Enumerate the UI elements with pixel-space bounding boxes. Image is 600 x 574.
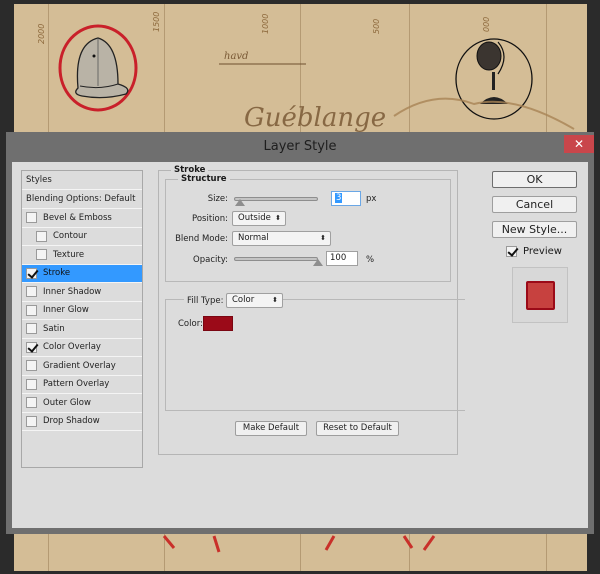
size-slider[interactable]: [234, 197, 318, 201]
style-item-inner-glow[interactable]: Inner Glow: [22, 302, 142, 320]
style-item-label: Stroke: [43, 268, 71, 279]
style-checkbox[interactable]: [36, 230, 47, 242]
canvas-bottom-strip: [14, 534, 587, 571]
globe-icon: [476, 41, 508, 104]
dialog-title[interactable]: Layer Style: [6, 132, 594, 162]
size-label: Size:: [207, 194, 228, 204]
select-arrows-icon: ⬍: [320, 234, 326, 242]
style-checkbox[interactable]: [26, 378, 37, 390]
blend-mode-select[interactable]: Normal ⬍: [232, 231, 331, 246]
handwriting-1000: 1000: [261, 14, 270, 34]
style-item-stroke[interactable]: Stroke: [22, 264, 142, 283]
position-value: Outside: [238, 213, 271, 223]
style-item-gradient-overlay[interactable]: Gradient Overlay: [22, 357, 142, 376]
fill-type-select[interactable]: Color ⬍: [226, 293, 283, 308]
preview-swatch: [526, 281, 555, 310]
style-item-color-overlay[interactable]: Color Overlay: [22, 339, 142, 357]
style-checkbox[interactable]: [26, 341, 37, 353]
style-item-inner-shadow[interactable]: Inner Shadow: [22, 283, 142, 302]
style-checkbox[interactable]: [26, 323, 37, 335]
preview-thumbnail: [512, 267, 568, 323]
style-checkbox[interactable]: [26, 304, 37, 316]
style-item-texture[interactable]: Texture: [22, 246, 142, 265]
handwriting-1500: 1500: [152, 12, 161, 32]
reset-to-default-button[interactable]: Reset to Default: [316, 421, 399, 436]
select-arrows-icon: ⬍: [275, 214, 281, 222]
style-item-pattern-overlay[interactable]: Pattern Overlay: [22, 376, 142, 394]
style-item-contour[interactable]: Contour: [22, 228, 142, 246]
style-checkbox[interactable]: [26, 415, 37, 427]
style-checkbox[interactable]: [26, 267, 37, 279]
structure-group: Structure Size: 3 px Position: Outside ⬍ …: [165, 174, 451, 282]
stroke-color-swatch[interactable]: [203, 316, 233, 331]
opacity-label: Opacity:: [193, 255, 228, 265]
preview-label: Preview: [523, 246, 562, 257]
style-item-label: Contour: [53, 231, 87, 242]
style-checkbox[interactable]: [26, 360, 37, 372]
size-input[interactable]: 3: [331, 191, 361, 206]
blend-mode-value: Normal: [238, 233, 269, 243]
style-item-satin[interactable]: Satin: [22, 320, 142, 339]
position-select[interactable]: Outside ⬍: [232, 211, 286, 226]
handwriting-word: havd: [224, 51, 248, 62]
handwriting-2000: 2000: [37, 24, 46, 44]
preview-checkbox[interactable]: [506, 246, 517, 257]
style-item-label: Inner Shadow: [43, 286, 102, 297]
style-item-label: Texture: [53, 249, 85, 260]
style-item-bevel-emboss[interactable]: Bevel & Emboss: [22, 209, 142, 228]
fill-type-group: Fill Type: Color ⬍ Color:: [165, 293, 465, 411]
canvas-artwork: 2000 1500 1000 500 000 havd Guéblange: [37, 12, 575, 133]
position-label: Position:: [192, 214, 228, 224]
opacity-slider-thumb[interactable]: [313, 259, 324, 267]
style-item-label: Bevel & Emboss: [43, 212, 112, 223]
style-item-label: Pattern Overlay: [43, 379, 110, 390]
opacity-slider[interactable]: [234, 257, 318, 261]
dialog-body: Styles Blending Options: Default Bevel &…: [12, 162, 588, 528]
style-item-label: Inner Glow: [43, 305, 89, 316]
blending-options-item[interactable]: Blending Options: Default: [22, 190, 142, 209]
select-arrows-icon: ⬍: [272, 296, 278, 304]
style-checkbox[interactable]: [26, 397, 37, 409]
style-item-label: Satin: [43, 323, 65, 334]
color-label: Color:: [178, 319, 203, 329]
handwriting-000: 000: [482, 17, 491, 32]
opacity-input[interactable]: 100: [326, 251, 358, 266]
structure-title: Structure: [178, 174, 230, 184]
ok-button[interactable]: OK: [492, 171, 577, 188]
stroke-panel: Stroke Structure Size: 3 px Position: Ou…: [158, 165, 465, 455]
make-default-button[interactable]: Make Default: [235, 421, 307, 436]
opacity-unit: %: [366, 255, 375, 265]
opacity-value: 100: [330, 253, 347, 263]
style-item-outer-glow[interactable]: Outer Glow: [22, 394, 142, 413]
styles-list: Styles Blending Options: Default Bevel &…: [21, 170, 143, 468]
handwriting-script: Guéblange: [244, 103, 386, 133]
size-unit: px: [366, 194, 377, 204]
helmet-icon: [75, 37, 129, 99]
style-item-label: Gradient Overlay: [43, 360, 116, 371]
layer-style-dialog: Layer Style ✕ Styles Blending Options: D…: [6, 132, 594, 534]
red-pattern-artwork: [162, 535, 436, 553]
blending-options-label: Blending Options: Default: [26, 194, 136, 204]
size-slider-thumb[interactable]: [234, 199, 246, 207]
size-value: 3: [335, 193, 343, 203]
cancel-button[interactable]: Cancel: [492, 196, 577, 213]
new-style-button[interactable]: New Style...: [492, 221, 577, 238]
blend-mode-label: Blend Mode:: [175, 234, 228, 244]
style-checkbox[interactable]: [26, 212, 37, 224]
style-item-drop-shadow[interactable]: Drop Shadow: [22, 413, 142, 431]
style-item-label: Drop Shadow: [43, 416, 100, 427]
style-item-label: Color Overlay: [43, 342, 101, 353]
close-button[interactable]: ✕: [564, 135, 594, 153]
handwriting-500: 500: [372, 19, 381, 34]
style-checkbox[interactable]: [36, 249, 47, 261]
style-item-label: Outer Glow: [43, 397, 91, 408]
style-checkbox[interactable]: [26, 286, 37, 298]
styles-header-label: Styles: [26, 175, 52, 185]
fill-type-label: Fill Type:: [184, 296, 227, 306]
styles-header[interactable]: Styles: [22, 171, 142, 190]
fill-type-value: Color: [232, 295, 255, 305]
preview-toggle[interactable]: Preview: [506, 246, 562, 257]
close-icon: ✕: [573, 137, 585, 151]
